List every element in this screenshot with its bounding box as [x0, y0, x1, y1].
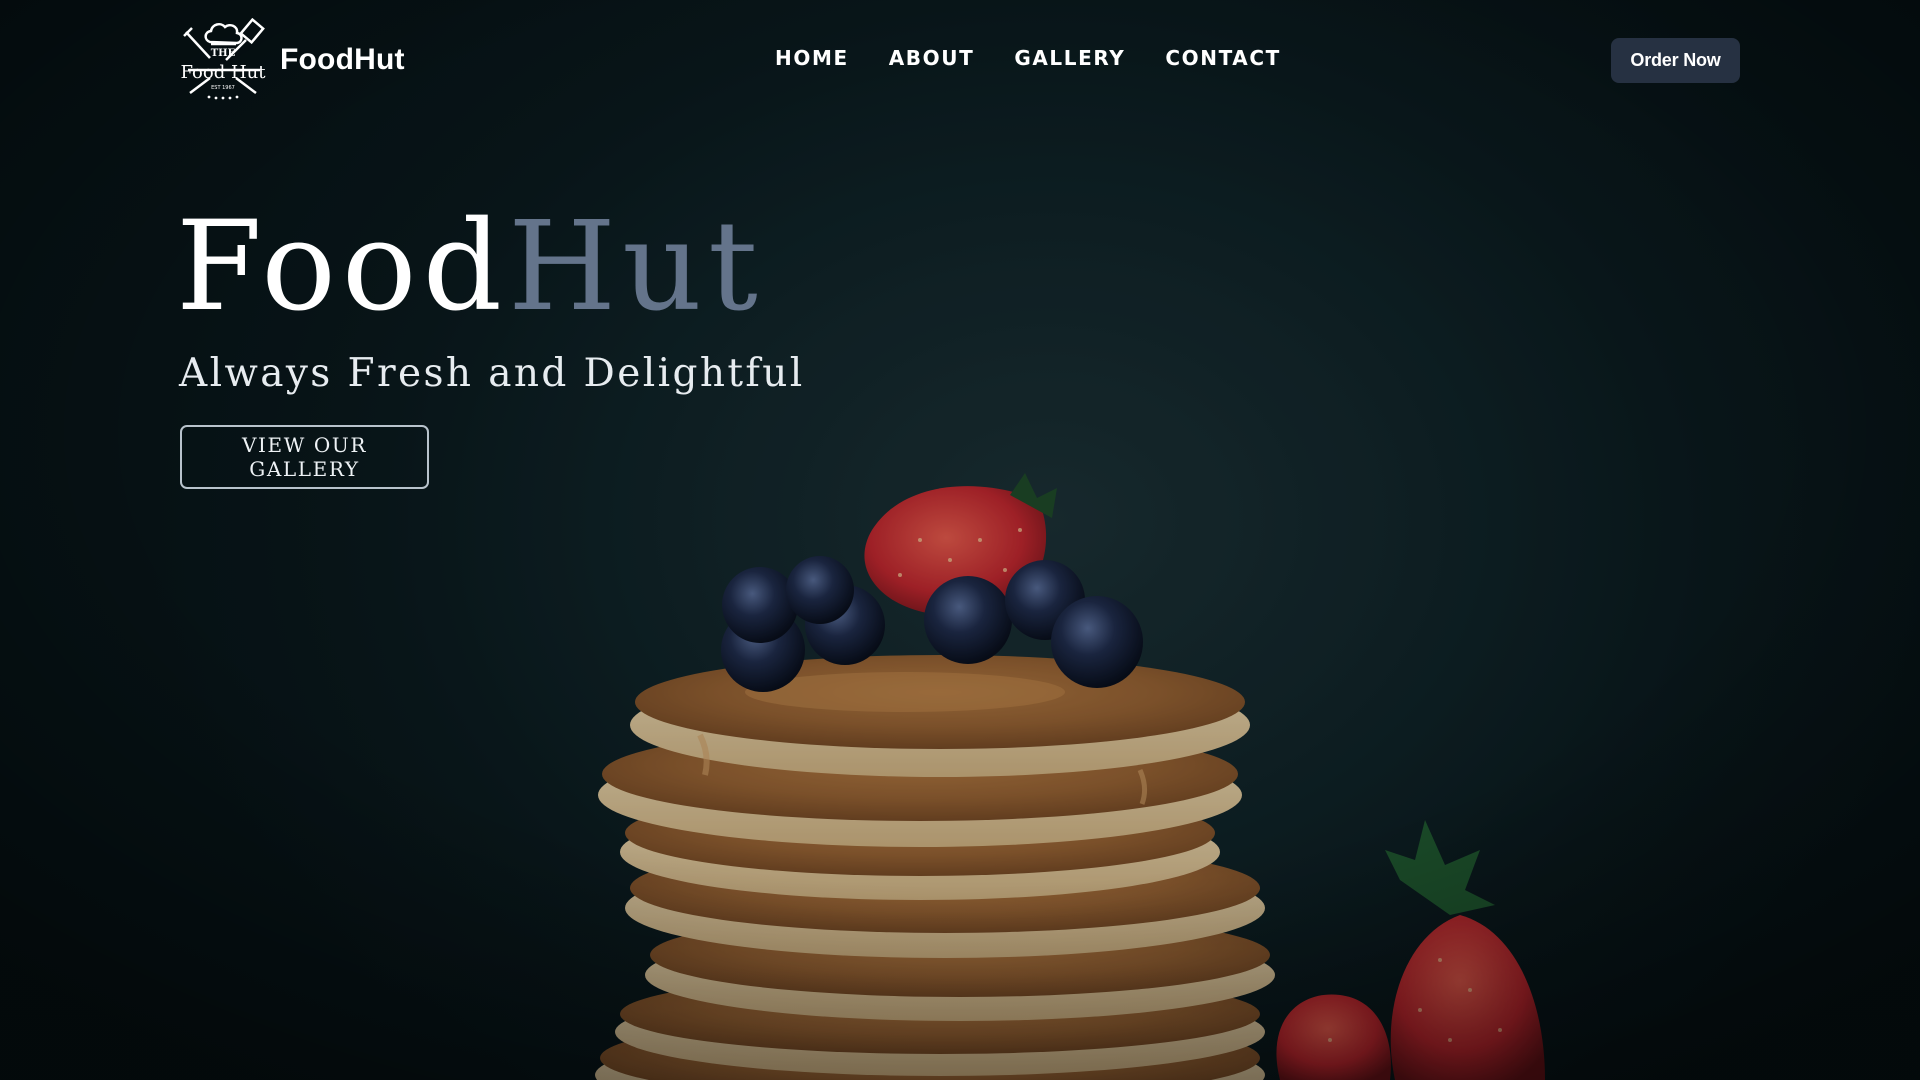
brand-name: FoodHut	[280, 43, 405, 76]
hero-title: FoodHut	[176, 205, 764, 329]
logo-text-top: THE	[211, 48, 236, 59]
nav-gallery-link[interactable]: GALLERY	[1014, 46, 1125, 70]
hero-photo-pancakes	[0, 0, 1920, 1080]
nav-contact-link[interactable]: CONTACT	[1165, 46, 1281, 70]
hero-title-food: Food	[176, 195, 508, 339]
navbar: THE Food Hut EST 1967 FoodHut HOME ABOUT…	[0, 0, 1920, 122]
food-hut-logo: THE Food Hut EST 1967	[181, 18, 266, 100]
logo-stars-icon	[207, 95, 239, 100]
hero-subtitle: Always Fresh and Delightful	[179, 351, 805, 396]
brand-link[interactable]: THE Food Hut EST 1967 FoodHut	[180, 18, 405, 102]
order-now-button[interactable]: Order Now	[1611, 38, 1740, 83]
main-nav: HOME ABOUT GALLERY CONTACT	[775, 46, 1321, 70]
logo-text-small: EST 1967	[211, 85, 235, 91]
view-gallery-button[interactable]: VIEW OUR GALLERY	[180, 425, 429, 489]
logo-text-main: Food Hut	[181, 62, 266, 83]
nav-about-link[interactable]: ABOUT	[889, 46, 975, 70]
hero-title-hut: Hut	[507, 195, 764, 339]
hero-section: THE Food Hut EST 1967 FoodHut HOME ABOUT…	[0, 0, 1920, 1080]
nav-home-link[interactable]: HOME	[775, 46, 849, 70]
